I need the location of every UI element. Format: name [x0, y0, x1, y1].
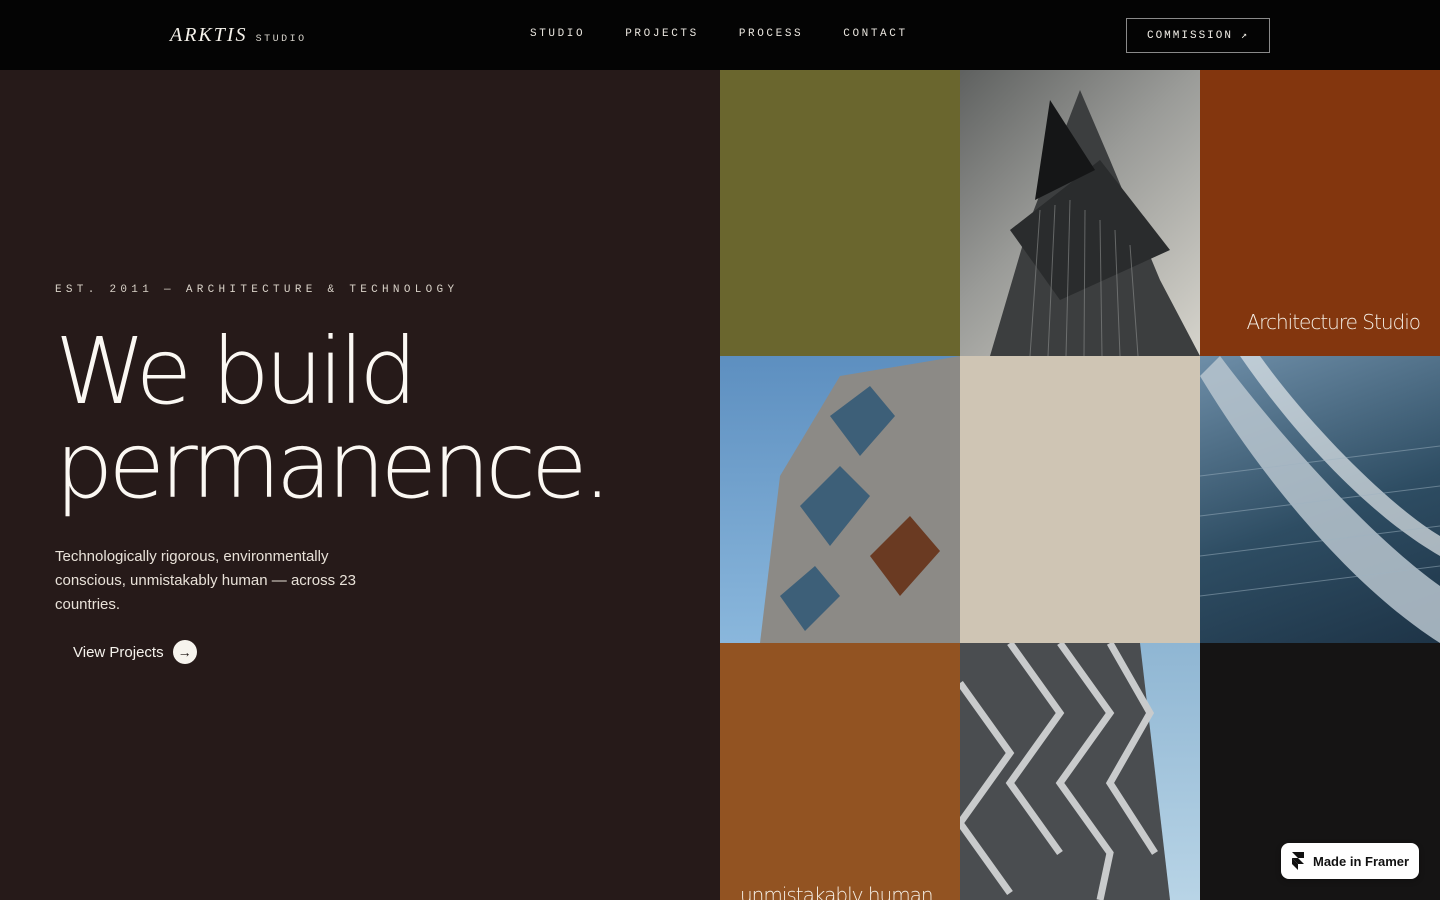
arrow-right-icon: →	[172, 640, 197, 664]
architecture-studio-tile[interactable]: Architecture Studio	[1200, 70, 1440, 356]
hero-section: EST. 2011 — ARCHITECTURE & TECHNOLOGY We…	[0, 70, 720, 900]
hero-headline-line-2: permanence.	[55, 412, 612, 519]
curved-facade-photo-tile[interactable]	[1200, 356, 1440, 643]
main-nav: STUDIO PROJECTS PROCESS CONTACT	[530, 28, 948, 40]
hero-subtext: Technologically rigorous, environmentall…	[55, 548, 356, 613]
top-navigation-bar: ARKTIS STUDIO STUDIO PROJECTS PROCESS CO…	[0, 0, 1440, 70]
hero-headline: We build permanence.	[55, 318, 612, 519]
made-in-framer-label: Made in Framer	[1313, 853, 1410, 869]
copper-color-tile[interactable]: unmistakably human	[720, 643, 960, 900]
brand-suffix: STUDIO	[255, 34, 307, 45]
unmistakably-human-label: unmistakably human	[740, 883, 934, 900]
hero-eyebrow: EST. 2011 — ARCHITECTURE & TECHNOLOGY	[55, 284, 459, 296]
framer-logo-icon	[1292, 852, 1304, 870]
angular-tower-illustration	[990, 90, 1200, 356]
lattice-tower-photo-tile[interactable]	[960, 643, 1200, 900]
tower-photo-tile[interactable]	[960, 70, 1200, 356]
nav-item-projects[interactable]: PROJECTS	[625, 28, 699, 40]
view-projects-button[interactable]: View Projects →	[73, 640, 197, 664]
nav-item-process[interactable]: PROCESS	[739, 28, 803, 40]
made-in-framer-badge[interactable]: Made in Framer	[1281, 843, 1419, 879]
commission-button[interactable]: COMMISSION ↗	[1126, 18, 1270, 53]
curved-glass-illustration	[1200, 356, 1440, 643]
brand-name: ARKTIS	[170, 24, 248, 46]
brand-logo[interactable]: ARKTIS STUDIO	[170, 24, 307, 47]
view-projects-label: View Projects	[73, 643, 164, 661]
architecture-studio-label: Architecture Studio	[1246, 310, 1421, 334]
nav-item-studio[interactable]: STUDIO	[530, 28, 585, 40]
commission-button-label: COMMISSION	[1146, 29, 1233, 42]
diagrid-tower-illustration	[960, 643, 1170, 900]
concrete-facade-illustration	[760, 356, 960, 643]
olive-color-tile	[720, 70, 960, 356]
sand-color-tile	[960, 356, 1200, 643]
arrow-up-right-icon: ↗	[1240, 30, 1250, 42]
nav-item-contact[interactable]: CONTACT	[843, 28, 907, 40]
hero-headline-line-1: We build	[55, 318, 418, 425]
concrete-building-photo-tile[interactable]	[720, 356, 960, 643]
